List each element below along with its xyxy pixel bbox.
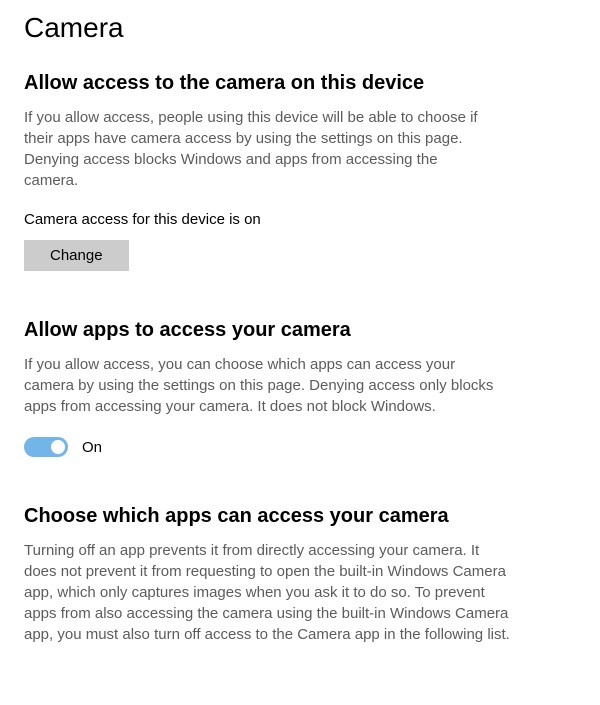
app-access-toggle-row: On [24, 437, 576, 457]
choose-apps-title: Choose which apps can access your camera [24, 505, 576, 528]
choose-apps-description: Turning off an app prevents it from dire… [24, 540, 514, 645]
toggle-knob [51, 440, 65, 454]
app-access-title: Allow apps to access your camera [24, 319, 576, 342]
app-access-description: If you allow access, you can choose whic… [24, 354, 494, 417]
section-app-access: Allow apps to access your camera If you … [24, 319, 576, 457]
device-access-title: Allow access to the camera on this devic… [24, 72, 576, 95]
section-device-access: Allow access to the camera on this devic… [24, 72, 576, 271]
device-access-status: Camera access for this device is on [24, 211, 576, 228]
app-access-toggle-label: On [82, 439, 102, 456]
page-title: Camera [24, 12, 576, 44]
device-access-description: If you allow access, people using this d… [24, 107, 494, 191]
change-button[interactable]: Change [24, 240, 129, 271]
section-choose-apps: Choose which apps can access your camera… [24, 505, 576, 645]
app-access-toggle[interactable] [24, 437, 68, 457]
